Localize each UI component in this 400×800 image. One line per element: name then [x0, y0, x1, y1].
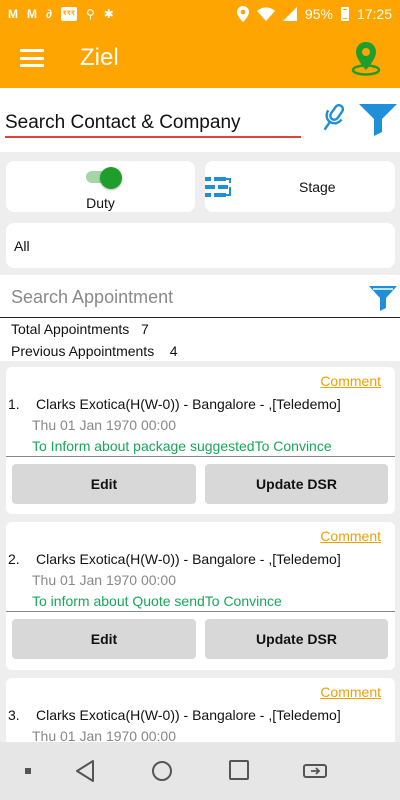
divider — [6, 611, 395, 612]
m-icon: M — [8, 7, 18, 21]
finance-box-icon: ₹₹₹ — [60, 7, 77, 21]
edit-button[interactable]: Edit — [12, 619, 196, 659]
app-title: Ziel — [80, 44, 119, 71]
battery-percent: 95% — [304, 6, 333, 22]
app-bar: Ziel — [0, 28, 400, 88]
usb-icon: ⚲ — [85, 7, 95, 21]
stage-card[interactable]: Stage — [205, 161, 395, 212]
appointment-date: Thu 01 Jan 1970 00:00 — [32, 728, 177, 742]
update-dsr-button[interactable]: Update DSR — [205, 619, 388, 659]
notification-icons: M M ∂ ₹₹₹ ⚲ ✱ — [8, 7, 114, 21]
android-debug-icon: ✱ — [103, 7, 114, 21]
location-status-icon — [236, 6, 249, 22]
duty-switch[interactable] — [86, 167, 122, 189]
previous-appointments: Previous Appointments 4 — [11, 343, 178, 359]
recents-icon[interactable] — [228, 759, 250, 781]
signal-icon — [282, 7, 297, 21]
divider — [6, 456, 395, 457]
system-icons: 95% 17:25 — [236, 6, 392, 22]
appointment-title: 3. Clarks Exotica(H(W-0)) - Bangalore - ,… — [8, 707, 341, 723]
microphone-icon[interactable] — [318, 102, 346, 136]
home-icon[interactable] — [150, 759, 174, 783]
system-navigation-bar — [0, 742, 400, 800]
duty-toggle-card[interactable]: Duty — [6, 161, 195, 212]
link-icon: ∂ — [46, 7, 52, 21]
status-bar: M M ∂ ₹₹₹ ⚲ ✱ 95% 17:25 — [0, 0, 400, 28]
workflow-icon — [205, 177, 231, 197]
appointment-card: Comment 2. Clarks Exotica(H(W-0)) - Banga… — [6, 522, 395, 670]
comment-link[interactable]: Comment — [320, 684, 381, 700]
comment-link[interactable]: Comment — [320, 528, 381, 544]
update-dsr-button[interactable]: Update DSR — [205, 464, 388, 504]
appointment-title: 2. Clarks Exotica(H(W-0)) - Bangalore - ,… — [8, 551, 341, 567]
search-appointment-input[interactable]: Search Appointment — [11, 287, 173, 308]
appointment-card: Comment 1. Clarks Exotica(H(W-0)) - Banga… — [6, 367, 395, 514]
map-pin-icon[interactable] — [350, 40, 382, 76]
search-underline — [0, 317, 400, 318]
appointment-filter-icon[interactable] — [368, 284, 398, 312]
total-appointments: Total Appointments 7 — [11, 321, 149, 337]
filter-select-value: All — [14, 238, 30, 254]
rotate-icon[interactable] — [302, 759, 328, 783]
filter-select[interactable]: All — [6, 223, 395, 268]
filter-icon[interactable] — [358, 102, 398, 136]
dot-icon[interactable] — [24, 767, 32, 775]
search-contact-input[interactable]: Search Contact & Company — [5, 112, 301, 138]
appointment-card: Comment 3. Clarks Exotica(H(W-0)) - Banga… — [6, 678, 395, 742]
stage-label: Stage — [299, 179, 336, 195]
comment-link[interactable]: Comment — [320, 373, 381, 389]
battery-icon — [340, 7, 349, 21]
duty-label: Duty — [86, 195, 115, 211]
appointment-purpose: To inform about Quote sendTo Convince — [32, 593, 282, 609]
clock: 17:25 — [356, 6, 392, 22]
m-icon: M — [27, 7, 37, 21]
hamburger-menu-icon[interactable] — [20, 49, 44, 67]
wifi-icon — [256, 7, 275, 21]
edit-button[interactable]: Edit — [12, 464, 196, 504]
back-icon[interactable] — [74, 759, 96, 783]
appointment-date: Thu 01 Jan 1970 00:00 — [32, 417, 177, 433]
appointment-purpose: To Inform about package suggestedTo Conv… — [32, 438, 332, 454]
appointment-title: 1. Clarks Exotica(H(W-0)) - Bangalore - ,… — [8, 396, 341, 412]
appointment-date: Thu 01 Jan 1970 00:00 — [32, 572, 177, 588]
